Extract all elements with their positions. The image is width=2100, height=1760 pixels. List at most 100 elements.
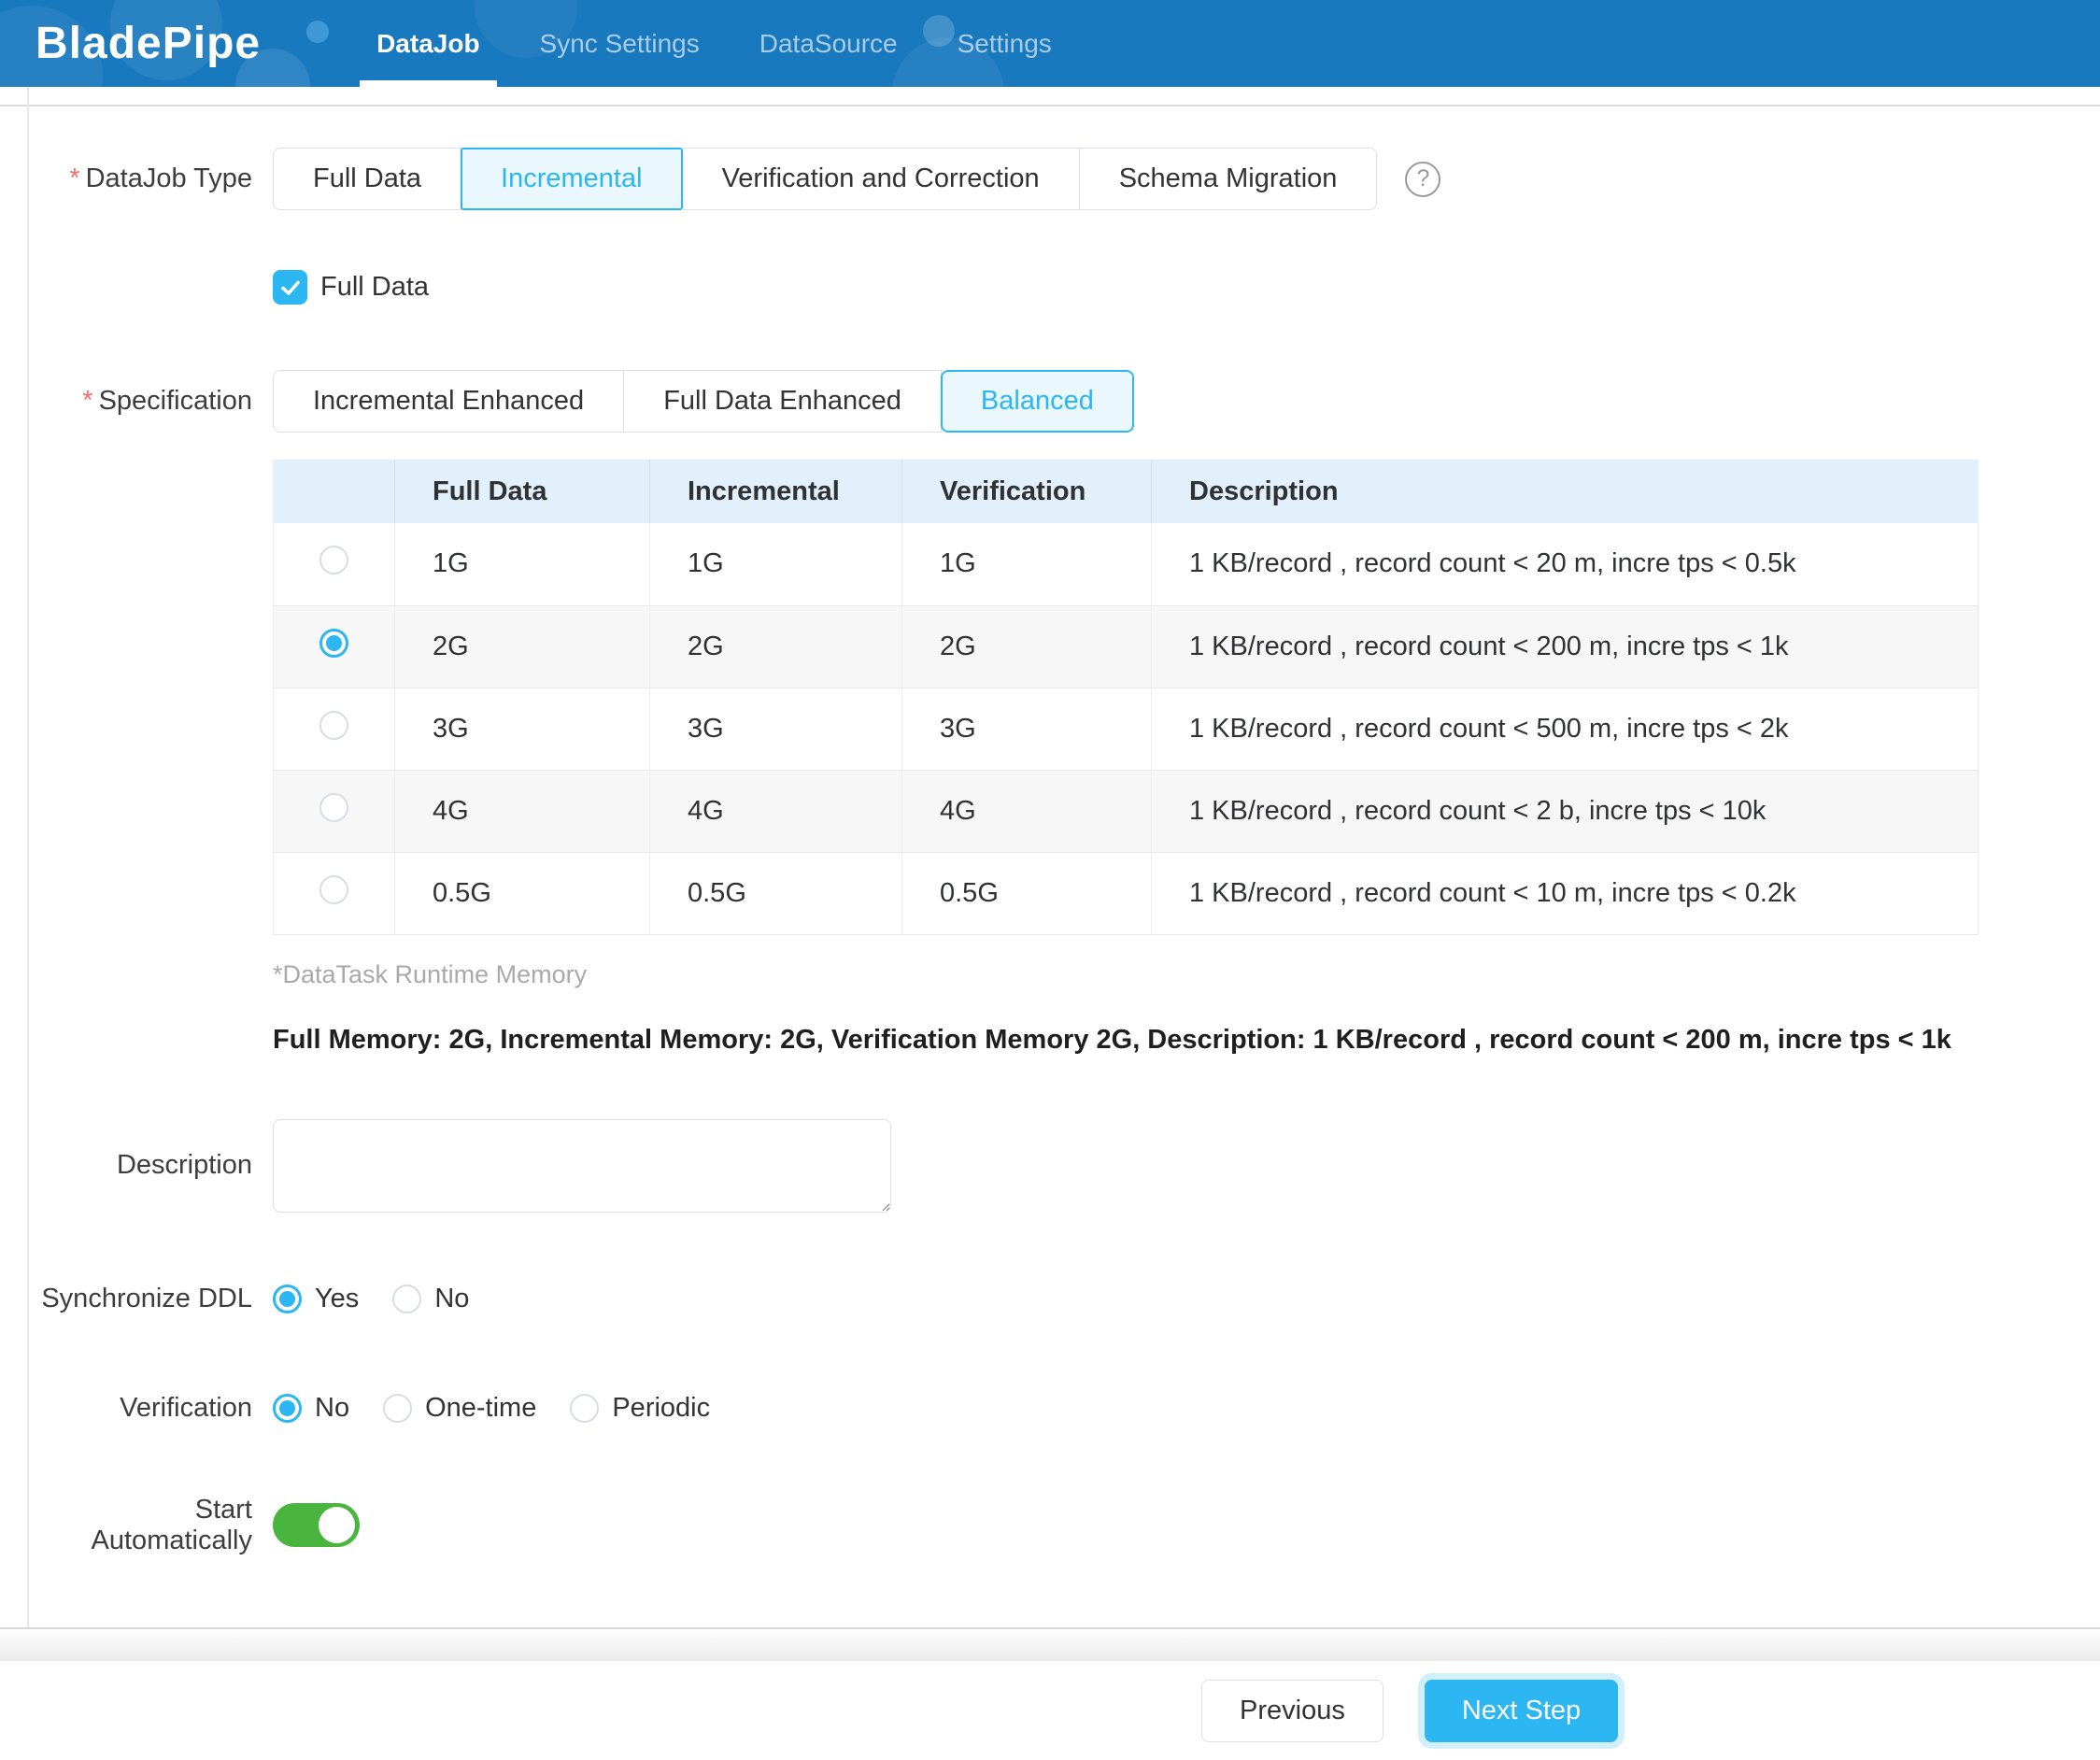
datajob-type-full-data-button[interactable]: Full Data [273,148,461,210]
specification-label: *Specification [28,386,273,417]
cell-verification: 2G [902,605,1152,688]
datajob-type-incremental-button[interactable]: Incremental [461,148,683,210]
verification-one-time-radio[interactable] [383,1394,412,1423]
cell-full-data: 3G [395,688,650,770]
spec-incremental-enhanced-button[interactable]: Incremental Enhanced [273,370,624,433]
nav-tab-datasource[interactable]: DataSource [730,0,928,87]
ddl-yes-radio[interactable] [273,1285,302,1313]
cell-full-data: 2G [395,605,650,688]
spec-radio-4g[interactable] [319,793,348,822]
cell-incremental: 3G [650,688,902,770]
ddl-no-radio[interactable] [392,1285,421,1313]
app-root: BladePipe DataJob Sync Settings DataSour… [0,0,2100,1760]
bladepipe-logo[interactable]: BladePipe [35,18,261,69]
verification-no-option[interactable]: No [273,1393,349,1424]
nav-tab-settings[interactable]: Settings [928,0,1082,87]
spec-col-radio [274,460,395,523]
ddl-no-option[interactable]: No [392,1284,469,1314]
description-label: Description [28,1150,273,1181]
nav-tab-datajob[interactable]: DataJob [347,0,509,87]
verification-group: No One-time Periodic [273,1393,744,1424]
spec-table-row-05g[interactable]: 0.5G 0.5G 0.5G 1 KB/record , record coun… [274,852,1979,934]
spec-full-data-enhanced-button[interactable]: Full Data Enhanced [624,370,942,433]
synchronize-ddl-row: Synchronize DDL Yes No [28,1284,2100,1314]
start-automatically-toggle[interactable] [273,1503,360,1547]
spec-table-row-2g[interactable]: 2G 2G 2G 1 KB/record , record count < 20… [274,605,1979,688]
cell-description: 1 KB/record , record count < 500 m, incr… [1152,688,1979,770]
previous-button[interactable]: Previous [1201,1680,1383,1742]
nav-tab-label: Settings [958,29,1052,59]
verification-periodic-label: Periodic [612,1393,710,1424]
cell-verification: 3G [902,688,1152,770]
cell-verification: 1G [902,523,1152,605]
spec-radio-1g[interactable] [319,546,348,575]
spec-col-full-data: Full Data [395,460,650,523]
verification-periodic-option[interactable]: Periodic [570,1393,710,1424]
spec-radio-05g[interactable] [319,875,348,904]
check-icon [279,277,302,299]
nav-tab-sync-settings[interactable]: Sync Settings [510,0,730,87]
ddl-no-label: No [434,1284,469,1314]
next-step-button[interactable]: Next Step [1425,1680,1618,1742]
verification-one-time-option[interactable]: One-time [383,1393,536,1424]
spec-table-row-1g[interactable]: 1G 1G 1G 1 KB/record , record count < 20… [274,523,1979,605]
spec-col-verification: Verification [902,460,1152,523]
cell-verification: 4G [902,770,1152,852]
main-nav: DataJob Sync Settings DataSource Setting… [347,0,1082,87]
spec-table: Full Data Incremental Verification Descr… [273,460,1979,935]
spec-table-container: Full Data Incremental Verification Descr… [273,460,1979,935]
selected-spec-summary: Full Memory: 2G, Incremental Memory: 2G,… [273,1025,2100,1056]
required-asterisk: * [69,163,79,193]
specification-row: *Specification Incremental Enhanced Full… [28,370,2100,433]
spec-radio-3g[interactable] [319,711,348,740]
cell-incremental: 2G [650,605,902,688]
required-asterisk: * [82,386,92,416]
full-data-checkbox-label: Full Data [320,272,429,303]
datajob-type-group: Full Data Incremental Verification and C… [273,148,1377,210]
active-tab-indicator [360,80,496,87]
cell-description: 1 KB/record , record count < 10 m, incre… [1152,852,1979,934]
description-row: Description [28,1119,2100,1213]
datajob-type-label: *DataJob Type [28,163,273,194]
cell-full-data: 1G [395,523,650,605]
top-navigation-bar: BladePipe DataJob Sync Settings DataSour… [0,0,2100,87]
spec-radio-2g[interactable] [319,629,348,658]
specification-group: Incremental Enhanced Full Data Enhanced … [273,370,1134,433]
spec-table-row-4g[interactable]: 4G 4G 4G 1 KB/record , record count < 2 … [274,770,1979,852]
verification-no-label: No [315,1393,349,1424]
nav-tab-label: Sync Settings [540,29,700,59]
full-data-checkbox-row[interactable]: Full Data [273,270,2100,305]
cell-full-data: 4G [395,770,650,852]
datajob-type-schema-migration-button[interactable]: Schema Migration [1080,148,1378,210]
nav-tab-label: DataJob [376,29,479,59]
verification-label: Verification [28,1393,273,1424]
cell-verification: 0.5G [902,852,1152,934]
cell-description: 1 KB/record , record count < 200 m, incr… [1152,605,1979,688]
datajob-type-verification-button[interactable]: Verification and Correction [683,148,1080,210]
datatask-runtime-memory-note: *DataTask Runtime Memory [273,960,2100,989]
verification-one-time-label: One-time [425,1393,536,1424]
spec-col-incremental: Incremental [650,460,902,523]
cell-description: 1 KB/record , record count < 20 m, incre… [1152,523,1979,605]
panel-shadow [0,1629,2100,1661]
description-textarea[interactable] [273,1119,891,1213]
verification-no-radio[interactable] [273,1394,302,1423]
ddl-yes-label: Yes [315,1284,359,1314]
ddl-yes-option[interactable]: Yes [273,1284,359,1314]
datajob-type-row: *DataJob Type Full Data Incremental Veri… [28,148,2100,210]
spec-table-header-row: Full Data Incremental Verification Descr… [274,460,1979,523]
start-automatically-label: Start Automatically [28,1495,273,1556]
header-bubble-decoration [306,21,329,43]
cell-description: 1 KB/record , record count < 2 b, incre … [1152,770,1979,852]
verification-row: Verification No One-time Periodic [28,1393,2100,1424]
cell-incremental: 1G [650,523,902,605]
synchronize-ddl-group: Yes No [273,1284,503,1314]
spec-balanced-button[interactable]: Balanced [941,370,1134,433]
spec-table-row-3g[interactable]: 3G 3G 3G 1 KB/record , record count < 50… [274,688,1979,770]
verification-periodic-radio[interactable] [570,1394,599,1423]
synchronize-ddl-label: Synchronize DDL [28,1284,273,1314]
full-data-checkbox[interactable] [273,270,307,305]
help-icon[interactable]: ? [1405,162,1440,197]
cell-incremental: 4G [650,770,902,852]
footer-actions: Previous Next Step [1201,1680,1618,1742]
